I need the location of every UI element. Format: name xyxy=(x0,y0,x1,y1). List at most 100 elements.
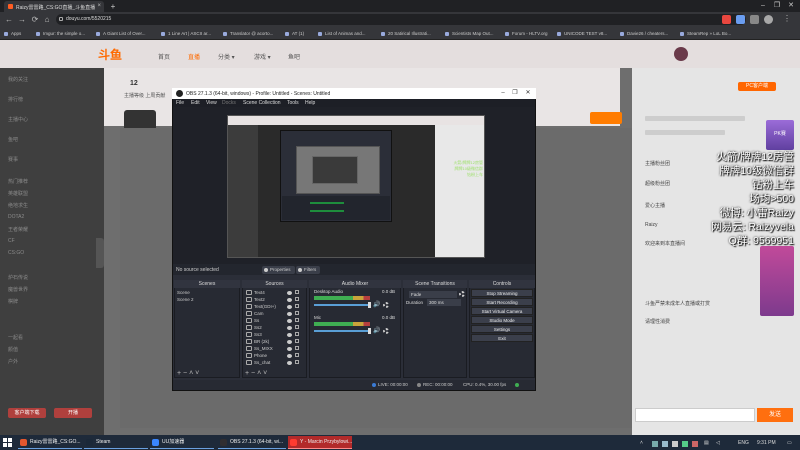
settings-button[interactable]: Settings xyxy=(471,325,533,333)
sidebar-item[interactable]: 户外 xyxy=(8,358,18,365)
sidebar-item[interactable]: CS:GO xyxy=(8,250,24,256)
source-item[interactable]: BR (2k) xyxy=(254,339,269,344)
taskbar-music[interactable]: Y - Marcin Przybylowi... xyxy=(288,436,352,449)
forward-icon[interactable]: → xyxy=(17,15,27,25)
home-icon[interactable]: ⌂ xyxy=(42,15,52,25)
back-icon[interactable]: ← xyxy=(4,15,14,25)
clock[interactable]: 9:31 PM xyxy=(757,440,776,446)
obs-close-button[interactable]: ✕ xyxy=(522,89,534,98)
bookmark-item[interactable]: SteamRep » LoL Bo... xyxy=(680,30,740,38)
lock-source-icon[interactable] xyxy=(295,318,299,322)
scene-item[interactable]: Scene xyxy=(177,290,190,295)
taskbar-obs[interactable]: OBS 27.1.3 (64-bit, wi... xyxy=(218,436,286,449)
visibility-eye-icon[interactable] xyxy=(287,326,292,330)
obs-title-bar[interactable]: OBS 27.1.3 (64-bit, windows) - Profile: … xyxy=(172,88,536,99)
gear-icon[interactable] xyxy=(459,291,465,297)
lock-source-icon[interactable] xyxy=(295,311,299,315)
extension-icon[interactable] xyxy=(736,15,745,24)
lock-source-icon[interactable] xyxy=(295,297,299,301)
address-bar[interactable]: douyu.com/5520215 xyxy=(56,14,746,25)
reload-icon[interactable]: ⟳ xyxy=(30,15,40,25)
tray-app-icon[interactable] xyxy=(682,441,688,447)
studio-mode-button[interactable]: Studio Mode xyxy=(471,316,533,324)
sources-toolbar[interactable]: + − ˄ ˅ xyxy=(245,370,267,377)
obs-menu-docks[interactable]: Docks xyxy=(222,100,236,106)
bookmark-item[interactable]: Translator @ acorto... xyxy=(223,30,281,38)
nav-games[interactable]: 游戏 ▾ xyxy=(254,52,271,61)
sidebar-item[interactable]: 排行榜 xyxy=(8,96,23,103)
visibility-eye-icon[interactable] xyxy=(287,340,292,344)
lock-source-icon[interactable] xyxy=(295,346,299,350)
sidebar-item[interactable]: 主播中心 xyxy=(8,116,28,123)
gear-icon[interactable] xyxy=(383,328,389,334)
tray-app-icon[interactable] xyxy=(692,441,698,447)
tray-app-icon[interactable] xyxy=(652,441,658,447)
lock-source-icon[interactable] xyxy=(295,353,299,357)
visibility-eye-icon[interactable] xyxy=(287,298,292,302)
source-item[interactable]: Ss_MIXX xyxy=(254,346,273,351)
obs-menu-tools[interactable]: Tools xyxy=(287,100,299,106)
browser-tab[interactable]: Raizy雷雷路_CS:GO直播_斗鱼直播 × xyxy=(4,1,104,12)
visibility-eye-icon[interactable] xyxy=(287,291,292,295)
promo-banner[interactable] xyxy=(760,246,794,316)
start-recording-button[interactable]: Start Recording xyxy=(471,298,533,306)
visibility-eye-icon[interactable] xyxy=(287,333,292,337)
obs-menu-view[interactable]: View xyxy=(206,100,217,106)
notification-icon[interactable]: ▭ xyxy=(787,440,792,446)
source-item[interactable]: Text(GDI+) xyxy=(254,304,276,309)
visibility-eye-icon[interactable] xyxy=(287,305,292,309)
chat-input[interactable] xyxy=(635,408,755,422)
gear-icon[interactable] xyxy=(383,302,389,308)
network-icon[interactable]: ▤ xyxy=(704,440,709,446)
lock-source-icon[interactable] xyxy=(295,325,299,329)
close-tab-icon[interactable]: × xyxy=(97,3,101,9)
filters-button[interactable]: Filters xyxy=(296,266,321,274)
obs-minimize-button[interactable]: – xyxy=(497,89,509,98)
input-language[interactable]: ENG xyxy=(738,440,749,446)
menu-kebab-icon[interactable]: ⋮ xyxy=(782,14,792,24)
transition-select[interactable]: Fade xyxy=(409,291,457,298)
bookmark-item[interactable]: UNICODE TEST v8... xyxy=(557,30,617,38)
obs-menu-file[interactable]: File xyxy=(176,100,184,106)
bookmark-item[interactable]: Imgur: the simple o... xyxy=(36,30,91,38)
minimize-window-button[interactable]: – xyxy=(756,0,770,12)
download-client-button[interactable]: 客户端下载 xyxy=(8,408,46,418)
nav-home[interactable]: 首页 xyxy=(158,52,170,61)
close-window-button[interactable]: ✕ xyxy=(784,0,798,12)
obs-menu-help[interactable]: Help xyxy=(305,100,315,106)
lock-source-icon[interactable] xyxy=(295,339,299,343)
tray-app-icon[interactable] xyxy=(672,441,678,447)
bookmark-item[interactable]: List of Animas and... xyxy=(318,30,378,38)
lock-source-icon[interactable] xyxy=(295,360,299,364)
sidebar-item[interactable]: 我的关注 xyxy=(8,76,28,83)
obs-menu-scene-collection[interactable]: Scene Collection xyxy=(243,100,281,106)
lock-source-icon[interactable] xyxy=(295,290,299,294)
maximize-window-button[interactable]: ❐ xyxy=(770,0,784,12)
volume-slider-handle[interactable] xyxy=(368,302,371,308)
sidebar-item[interactable]: 赛事 xyxy=(8,156,18,163)
tray-chevron-icon[interactable]: ˄ xyxy=(640,440,643,446)
visibility-eye-icon[interactable] xyxy=(287,312,292,316)
extension-icon[interactable] xyxy=(722,15,731,24)
volume-slider-handle[interactable] xyxy=(368,328,371,334)
obs-maximize-button[interactable]: ❐ xyxy=(509,89,521,98)
source-item[interactable]: Text4 xyxy=(254,290,265,295)
bookmark-apps[interactable]: Apps xyxy=(4,30,34,38)
nav-live[interactable]: 直播 xyxy=(188,52,200,61)
exit-button[interactable]: Exit xyxy=(471,334,533,342)
sidebar-collapse-handle[interactable] xyxy=(96,238,104,268)
new-tab-button[interactable]: + xyxy=(108,2,118,11)
bookmark-item[interactable]: A Giant List of Over... xyxy=(96,30,156,38)
bookmark-item[interactable]: Scientists Map Out... xyxy=(445,30,503,38)
nav-fishbar[interactable]: 鱼吧 xyxy=(288,52,300,61)
speaker-icon[interactable]: 🔊 xyxy=(373,328,380,334)
nav-category[interactable]: 分类 ▾ xyxy=(218,52,235,61)
obs-menu-edit[interactable]: Edit xyxy=(191,100,200,106)
bookmark-item[interactable]: Davie26 / cheaters... xyxy=(620,30,678,38)
source-item[interactable]: Ss3 xyxy=(254,332,262,337)
taskbar-chrome[interactable]: Raizy雷雷路_CS:GO... xyxy=(18,436,82,449)
bookmark-item[interactable]: Forum - HLTV.org xyxy=(505,30,555,38)
sidebar-item[interactable]: 一起看 xyxy=(8,334,23,341)
scenes-toolbar[interactable]: + − ˄ ˅ xyxy=(177,370,199,377)
extension-icon[interactable] xyxy=(750,15,759,24)
